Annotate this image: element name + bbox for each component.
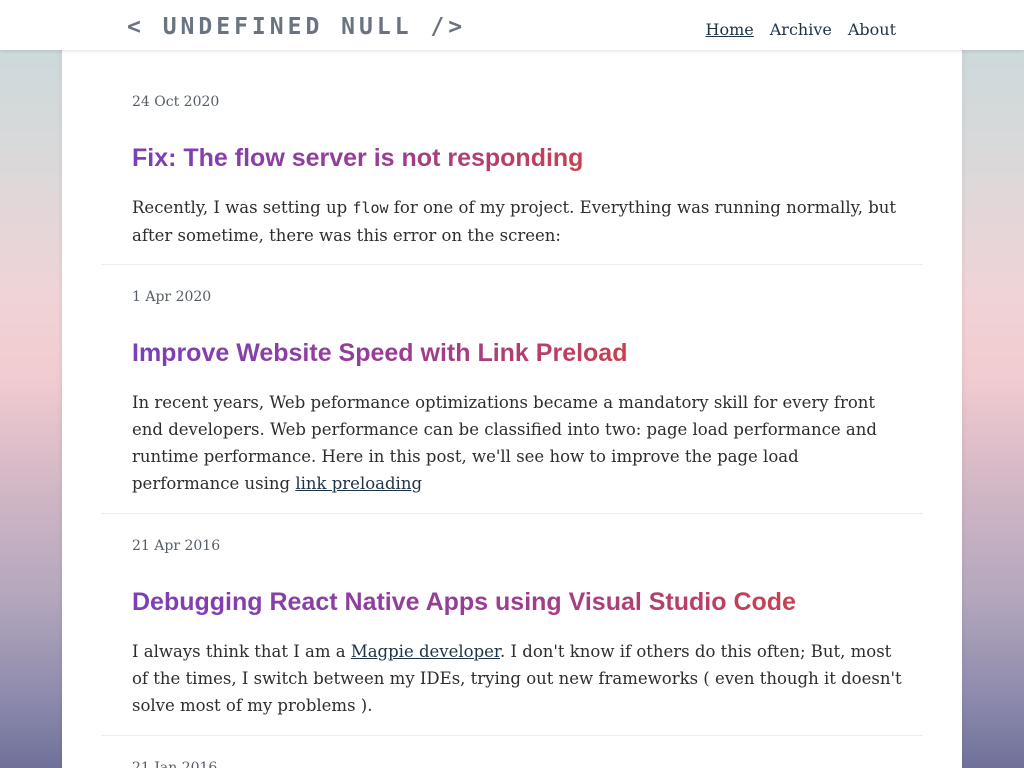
- post-divider: [101, 513, 923, 514]
- excerpt-text: In recent years, Web peformance optimiza…: [132, 393, 877, 493]
- main-nav: Home Archive About: [706, 20, 897, 39]
- post-title-link[interactable]: Debugging React Native Apps using Visual…: [132, 588, 796, 617]
- excerpt-text: I always think that I am a: [132, 642, 351, 661]
- post-date: 24 Oct 2020: [132, 94, 220, 110]
- post-date: 1 Apr 2020: [132, 289, 212, 305]
- post-date: 21 Apr 2016: [132, 538, 221, 554]
- post-title-link[interactable]: Improve Website Speed with Link Preload: [132, 339, 627, 368]
- post-list: 24 Oct 2020 Fix: The flow server is not …: [62, 40, 962, 768]
- post-date: 21 Jan 2016: [132, 760, 218, 768]
- nav-about-link[interactable]: About: [848, 20, 896, 39]
- site-logo[interactable]: < UNDEFINED NULL />: [127, 14, 466, 40]
- post-excerpt: Recently, I was setting up flow for one …: [132, 194, 902, 249]
- post-excerpt: I always think that I am a Magpie develo…: [132, 638, 902, 719]
- inline-code: flow: [352, 199, 389, 217]
- post-divider: [101, 264, 923, 265]
- post-title-link[interactable]: Fix: The flow server is not responding: [132, 144, 583, 173]
- link-preloading-link[interactable]: link preloading: [295, 474, 422, 493]
- post-excerpt: In recent years, Web peformance optimiza…: [132, 389, 902, 497]
- magpie-developer-link[interactable]: Magpie developer: [351, 642, 500, 661]
- site-header: < UNDEFINED NULL /> Home Archive About: [0, 0, 1024, 50]
- nav-home-link[interactable]: Home: [706, 20, 754, 39]
- post-divider: [101, 735, 923, 736]
- excerpt-text: Recently, I was setting up: [132, 198, 353, 217]
- nav-archive-link[interactable]: Archive: [770, 20, 832, 39]
